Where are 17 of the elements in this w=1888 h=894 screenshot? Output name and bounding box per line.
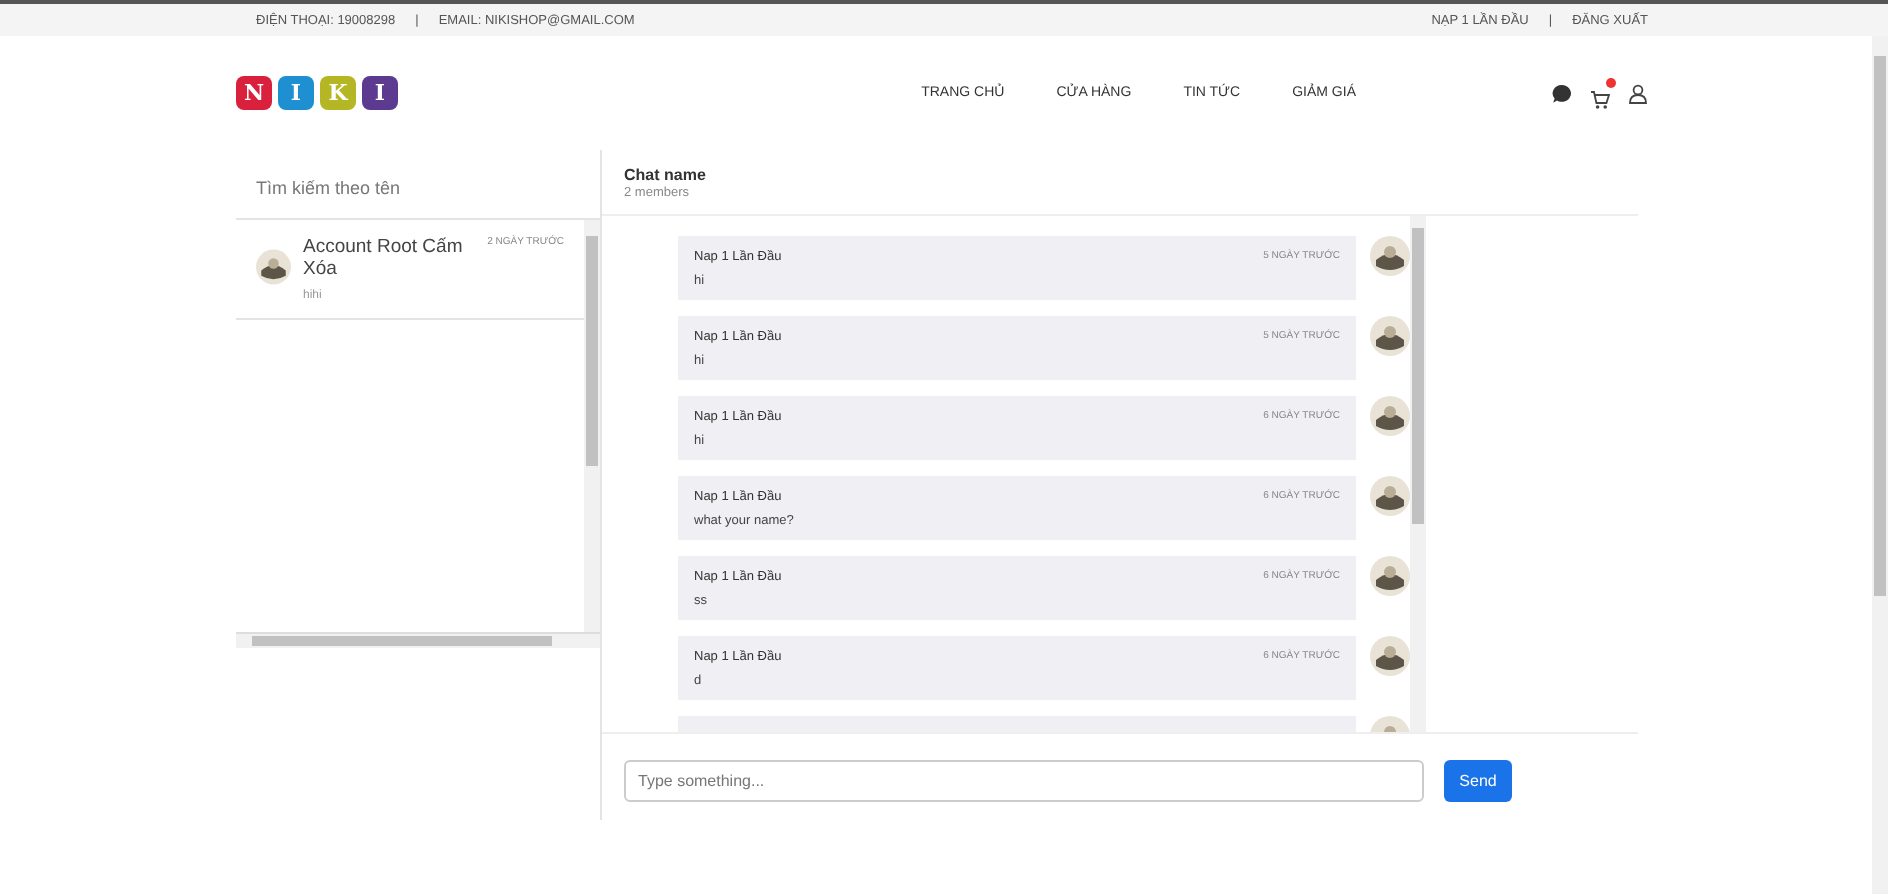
avatar-icon: [1370, 636, 1410, 676]
cart-icon[interactable]: [1590, 89, 1610, 109]
logo-tile[interactable]: I: [362, 76, 398, 110]
avatar-icon: [1370, 556, 1410, 596]
user-icon[interactable]: [1628, 83, 1648, 103]
avatar-icon: [1370, 476, 1410, 516]
avatar-icon: [1370, 236, 1410, 276]
logo-tile[interactable]: N: [236, 76, 272, 110]
avatar-icon: [256, 248, 291, 286]
avatar-icon: [1370, 396, 1410, 436]
chat-title: Chat name: [624, 166, 708, 184]
contact-name: Account Root Cấm Xóa: [303, 236, 465, 280]
message-input[interactable]: Type something...: [624, 759, 1424, 801]
chat-bubble-icon[interactable]: [1552, 83, 1572, 103]
logo-tile[interactable]: I: [278, 76, 314, 110]
avatar-icon: [1370, 316, 1410, 356]
send-button[interactable]: Send: [1444, 759, 1512, 801]
